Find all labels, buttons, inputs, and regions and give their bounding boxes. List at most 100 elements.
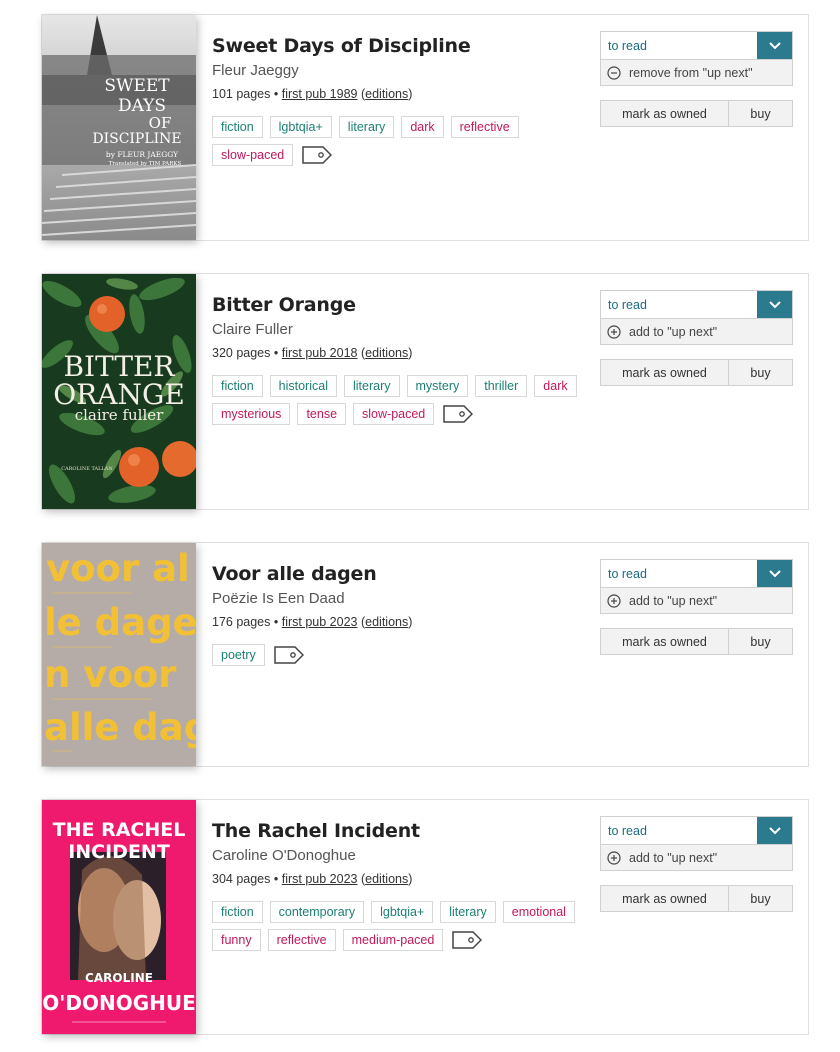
editions-link[interactable]: editions <box>365 615 408 629</box>
first-pub-link[interactable]: first pub 2018 <box>282 346 358 360</box>
genre-tag[interactable]: mystery <box>406 375 469 397</box>
mood-tag[interactable]: slow-paced <box>212 144 294 166</box>
upnext-button[interactable]: remove from "up next" <box>600 60 793 86</box>
status-dropdown[interactable]: to read <box>600 290 793 319</box>
mood-tag[interactable]: mysterious <box>212 403 291 425</box>
add-tag-icon[interactable] <box>443 404 474 424</box>
first-pub-link[interactable]: first pub 1989 <box>282 87 358 101</box>
mood-tag[interactable]: emotional <box>502 901 575 923</box>
status-dropdown[interactable]: to read <box>600 559 793 588</box>
buy-button[interactable]: buy <box>729 628 793 655</box>
genre-tag[interactable]: lgbtqia+ <box>371 901 434 923</box>
buy-button[interactable]: buy <box>729 885 793 912</box>
first-pub-link[interactable]: first pub 2023 <box>282 615 358 629</box>
book-cover[interactable]: voor al le dage n voor alle dag <box>42 543 196 766</box>
cover-art-rachel-incident: THE RACHEL INCIDENT CAROLINE O'DONOGHUE <box>42 800 196 1034</box>
book-author[interactable]: Fleur Jaeggy <box>212 61 592 81</box>
book-meta: 320 pages • first pub 2018 (editions) <box>212 344 592 362</box>
status-dropdown[interactable]: to read <box>600 816 793 845</box>
book-info: Sweet Days of Discipline Fleur Jaeggy 10… <box>212 33 592 166</box>
cover-art-sweet-days: SWEET DAYS OF DISCIPLINE by FLEUR JAEGGY… <box>42 15 196 240</box>
mark-owned-button[interactable]: mark as owned <box>600 628 729 655</box>
chevron-down-icon[interactable] <box>757 817 792 844</box>
book-info: Voor alle dagen Poëzie Is Een Daad 176 p… <box>212 561 592 666</box>
status-label[interactable]: to read <box>601 32 757 59</box>
chevron-down-icon[interactable] <box>757 560 792 587</box>
upnext-button[interactable]: add to "up next" <box>600 319 793 345</box>
mood-tag[interactable]: funny <box>212 929 261 951</box>
upnext-label: remove from "up next" <box>629 65 753 80</box>
genre-tag[interactable]: literary <box>343 375 400 397</box>
book-title[interactable]: The Rachel Incident <box>212 818 592 844</box>
editions-link[interactable]: editions <box>365 346 408 360</box>
book-cover[interactable]: THE RACHEL INCIDENT CAROLINE O'DONOGHUE <box>42 800 196 1034</box>
chevron-down-icon[interactable] <box>757 291 792 318</box>
mood-tag[interactable]: dark <box>534 375 577 397</box>
genre-tag[interactable]: lgbtqia+ <box>269 116 332 138</box>
cover-author-line: CAROLINE <box>85 971 153 985</box>
page-count: 304 pages <box>212 872 271 886</box>
mark-owned-button[interactable]: mark as owned <box>600 359 729 386</box>
add-tag-icon[interactable] <box>302 145 333 165</box>
separator: • <box>273 346 279 360</box>
cover-author-line: O'DONOGHUE <box>42 991 196 1015</box>
chevron-down-icon[interactable] <box>757 32 792 59</box>
paren-close: ) <box>408 346 413 360</box>
mark-owned-button[interactable]: mark as owned <box>600 885 729 912</box>
genre-tag[interactable]: contemporary <box>269 901 365 923</box>
add-tag-icon[interactable] <box>452 930 483 950</box>
buy-button[interactable]: buy <box>729 359 793 386</box>
tag-list: poetry <box>212 644 592 666</box>
upnext-button[interactable]: add to "up next" <box>600 845 793 871</box>
ownership-row: mark as owned buy <box>600 885 793 912</box>
book-cover[interactable]: SWEET DAYS OF DISCIPLINE by FLEUR JAEGGY… <box>42 15 196 240</box>
mood-tag[interactable]: reflective <box>450 116 519 138</box>
book-actions: to read add to "up next" mark as owned b… <box>600 816 793 912</box>
genre-tag[interactable]: poetry <box>212 644 265 666</box>
upnext-button[interactable]: add to "up next" <box>600 588 793 614</box>
genre-tag[interactable]: fiction <box>212 116 263 138</box>
book-author[interactable]: Claire Fuller <box>212 320 592 340</box>
cover-title-line: DAYS <box>118 96 166 116</box>
book-meta: 176 pages • first pub 2023 (editions) <box>212 613 592 631</box>
mood-tag[interactable]: slow-paced <box>353 403 435 425</box>
book-actions: to read add to "up next" mark as owned b… <box>600 559 793 655</box>
cover-blurb: CAROLINE TALLAN <box>61 466 113 472</box>
upnext-label: add to "up next" <box>629 850 718 865</box>
genre-tag[interactable]: fiction <box>212 901 263 923</box>
book-title[interactable]: Bitter Orange <box>212 292 592 318</box>
status-dropdown[interactable]: to read <box>600 31 793 60</box>
plus-circle-icon <box>607 324 621 339</box>
book-author[interactable]: Poëzie Is Een Daad <box>212 589 592 609</box>
add-tag-icon[interactable] <box>274 645 304 665</box>
mark-owned-button[interactable]: mark as owned <box>600 100 729 127</box>
mood-tag[interactable]: dark <box>401 116 444 138</box>
book-title[interactable]: Voor alle dagen <box>212 561 592 587</box>
status-label[interactable]: to read <box>601 560 757 587</box>
editions-link[interactable]: editions <box>365 87 408 101</box>
genre-tag[interactable]: historical <box>269 375 337 397</box>
cover-title-line: DISCIPLINE <box>92 131 181 147</box>
genre-tag[interactable]: literary <box>440 901 496 923</box>
book-actions: to read remove from "up next" mark as ow… <box>600 31 793 127</box>
mood-tag[interactable]: tense <box>297 403 347 425</box>
cover-title-line: INCIDENT <box>68 841 170 863</box>
genre-tag[interactable]: thriller <box>475 375 528 397</box>
ownership-row: mark as owned buy <box>600 100 793 127</box>
book-title[interactable]: Sweet Days of Discipline <box>212 33 592 59</box>
first-pub-link[interactable]: first pub 2023 <box>282 872 358 886</box>
plus-circle-icon <box>607 593 621 608</box>
genre-tag[interactable]: literary <box>338 116 395 138</box>
mood-tag[interactable]: reflective <box>267 929 336 951</box>
cover-title-line: SWEET <box>104 76 170 96</box>
genre-tag[interactable]: fiction <box>212 375 263 397</box>
buy-button[interactable]: buy <box>729 100 793 127</box>
book-cover[interactable]: BITTER ORANGE claire fuller CAROLINE TAL… <box>42 274 196 509</box>
status-label[interactable]: to read <box>601 291 757 318</box>
cover-line: n voor <box>44 653 177 696</box>
mood-tag[interactable]: medium-paced <box>342 929 444 951</box>
editions-link[interactable]: editions <box>365 872 408 886</box>
book-author[interactable]: Caroline O'Donoghue <box>212 846 592 866</box>
status-label[interactable]: to read <box>601 817 757 844</box>
cover-title-line: THE RACHEL <box>53 819 186 841</box>
